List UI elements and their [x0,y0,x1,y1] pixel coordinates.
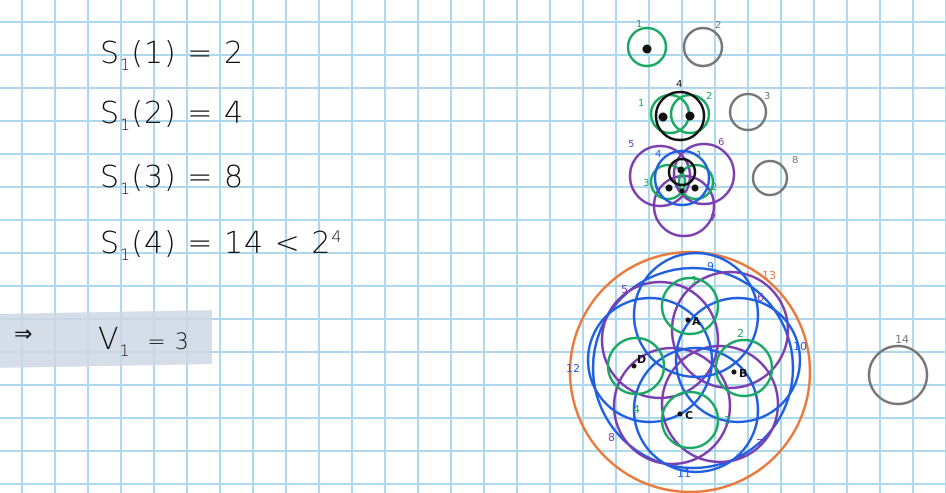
label: 5 [628,139,634,150]
label: 5 [621,283,628,296]
label: 4 [676,79,682,90]
label: 14 [895,333,909,346]
label: 2 [706,91,712,102]
label: 2 [737,327,744,340]
label: 2 [711,182,717,193]
label: 3 [724,414,731,427]
label: 1 [691,274,698,287]
label: B [739,367,747,380]
label: 7 [710,213,716,224]
label: 1 [696,150,702,161]
diagram-n2: 1 2 4 3 [638,79,770,142]
label: C [685,409,693,422]
label: 8 [792,155,798,166]
label: D [637,353,646,366]
label: 2 [715,20,721,31]
label: 6 [718,137,724,148]
label: 10 [793,340,807,353]
label: 9 [707,260,714,273]
diagram-n1: 1 2 [626,19,724,68]
label: 6 [757,291,764,304]
label: 11 [677,467,691,480]
label: 1 [638,98,644,109]
label: 7 [756,437,763,450]
diagram-n4: A B C D 9 13 1 5 6 2 12 10 3 4 8 7 11 14 [566,250,929,493]
label: 8 [608,431,615,444]
label: 3 [643,178,649,189]
label: 3 [764,91,770,102]
diagram-n3: 5 4 1 6 3 2 7 8 [628,137,798,238]
label: A [692,315,701,328]
dot [642,44,652,54]
venn-diagrams: 1 2 1 2 4 3 5 4 1 6 3 2 7 8 A B C D 9 13… [566,19,929,493]
label: 4 [633,403,640,416]
label: 12 [566,362,580,375]
label: 4 [655,149,661,160]
label: 13 [762,269,776,282]
label: 1 [636,19,642,30]
